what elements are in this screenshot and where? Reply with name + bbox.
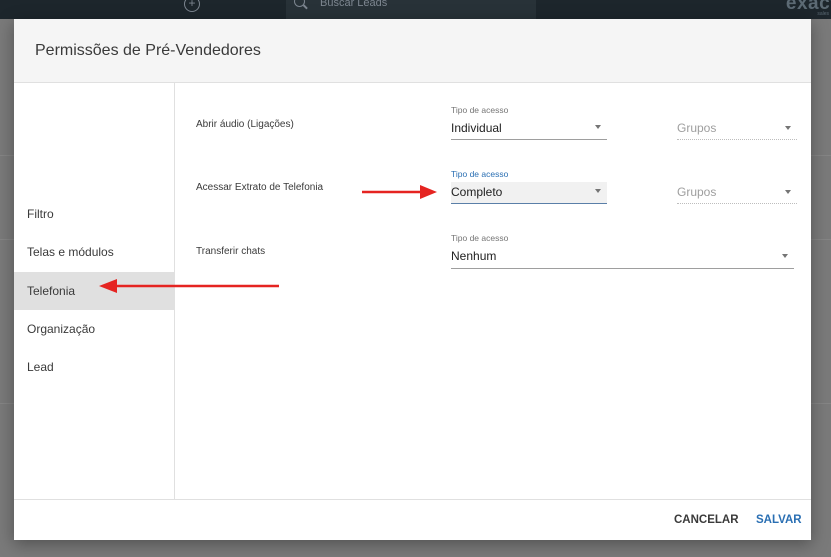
- search-leads-box[interactable]: Buscar Leads: [286, 0, 536, 19]
- chevron-down-icon: [785, 190, 791, 194]
- dialog-title: Permissões de Pré-Vendedores: [35, 42, 261, 59]
- sidebar-item-label: Telas e módulos: [27, 245, 114, 259]
- access-type-caption: Tipo de acesso: [451, 169, 509, 179]
- sidebar-item-organizacao[interactable]: Organização: [14, 310, 174, 348]
- access-type-select[interactable]: Tipo de acesso Individual: [451, 105, 607, 143]
- field-underline: [677, 139, 797, 140]
- field-underline: [451, 139, 607, 140]
- permission-label: Acessar Extrato de Telefonia: [196, 182, 324, 193]
- search-icon: [294, 0, 305, 7]
- sidebar-item-label: Organização: [27, 322, 96, 336]
- permission-label: Transferir chats: [196, 246, 266, 257]
- dialog-header: Permissões de Pré-Vendedores: [14, 19, 811, 83]
- groups-select[interactable]: Grupos: [677, 185, 797, 207]
- dialog-footer: CANCELAR SALVAR: [14, 499, 811, 541]
- permissions-dialog: Permissões de Pré-Vendedores Filtro Tela…: [14, 19, 811, 540]
- access-type-value: Completo: [451, 185, 503, 199]
- access-type-value: Nenhum: [451, 249, 497, 263]
- access-type-value: Individual: [451, 121, 502, 135]
- groups-select[interactable]: Grupos: [677, 121, 797, 143]
- permissions-sidebar: Filtro Telas e módulos Telefonia Organiz…: [14, 83, 175, 499]
- field-underline: [451, 268, 794, 269]
- sidebar-item-label: Filtro: [27, 207, 54, 221]
- app-topbar: + Buscar Leads exact sales: [0, 0, 831, 19]
- brand-sub: sales: [817, 11, 829, 17]
- field-underline: [451, 203, 607, 204]
- chevron-down-icon: [595, 189, 601, 193]
- save-button[interactable]: SALVAR: [756, 514, 802, 526]
- access-type-caption: Tipo de acesso: [451, 105, 509, 115]
- search-placeholder: Buscar Leads: [320, 0, 388, 9]
- groups-placeholder: Grupos: [677, 121, 717, 135]
- groups-placeholder: Grupos: [677, 185, 717, 199]
- chevron-down-icon: [785, 126, 791, 130]
- access-type-select[interactable]: Tipo de acesso Completo: [451, 169, 607, 207]
- sidebar-item-telas-modulos[interactable]: Telas e módulos: [14, 233, 174, 271]
- chevron-down-icon: [782, 254, 788, 258]
- plus-circle-icon[interactable]: +: [184, 0, 200, 12]
- access-type-select[interactable]: Tipo de acesso Nenhum: [451, 233, 794, 271]
- permissions-content: Abrir áudio (Ligações) Tipo de acesso In…: [175, 83, 811, 499]
- chevron-down-icon: [595, 125, 601, 129]
- sidebar-item-label: Telefonia: [27, 284, 76, 298]
- sidebar-item-lead[interactable]: Lead: [14, 348, 174, 386]
- sidebar-item-filtro[interactable]: Filtro: [14, 195, 174, 233]
- field-underline: [677, 203, 797, 204]
- access-type-caption: Tipo de acesso: [451, 233, 509, 243]
- permission-label: Abrir áudio (Ligações): [196, 119, 294, 130]
- sidebar-item-telefonia[interactable]: Telefonia: [14, 272, 174, 310]
- cancel-button[interactable]: CANCELAR: [674, 514, 739, 526]
- sidebar-item-label: Lead: [27, 360, 54, 374]
